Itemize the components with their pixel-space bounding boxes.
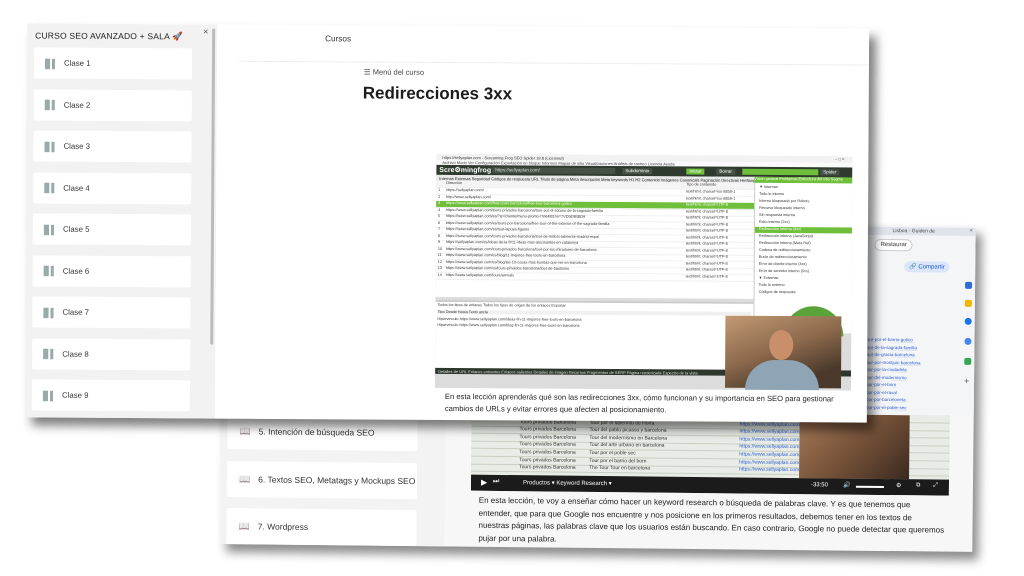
sheet-link[interactable]: tour-del-modernismo [865, 374, 957, 380]
sheet-link[interactable]: tour-por-barceloneta [865, 397, 957, 403]
sheet-link-column: tour-por-el-barrio-gotico tour-de-la-sagr… [865, 225, 976, 410]
back-lesson-description: En esta lección, te voy a enseñar cómo h… [478, 495, 945, 544]
window-controls-icon: – □ × [835, 156, 845, 162]
crawl-url-field[interactable]: https://sellyaplan.com/ [492, 167, 616, 175]
front-course-window: CURSO SEO AVANZADO + SALA 🚀 × ▐▌▌ Clase 1… [24, 23, 870, 423]
overview-row[interactable]: Redirección interna (3xx) [754, 226, 853, 234]
spider-button[interactable]: Spider [820, 169, 840, 176]
overview-row[interactable]: ▼ Internas [755, 185, 852, 192]
back-video-player[interactable]: Tours privados BarcelonaTour por la cate… [470, 410, 950, 496]
start-button[interactable]: Iniciar [686, 168, 705, 175]
overview-row[interactable]: Error de cliente interno (4xx) [755, 262, 853, 269]
class-item[interactable]: ▐▌▌ Clase 8 [32, 337, 191, 370]
book-icon: ▐▌▌ [39, 390, 56, 401]
restore-button[interactable]: Restaurar [874, 238, 913, 252]
class-item[interactable]: ▐▌▌ Clase 9 [31, 379, 191, 412]
gear-icon[interactable]: ⚙ [896, 482, 901, 489]
table-row[interactable]: 14 https://www.sellyaplan.com/tours/arriv… [435, 272, 754, 282]
sheet-link[interactable]: tour-por-montjuic-barcelona [865, 359, 957, 365]
add-icon[interactable]: + [964, 376, 969, 386]
class-item[interactable]: ▐▌▌ Clase 1 [33, 47, 193, 80]
lesson-item-7[interactable]: 📖 7. Wordpress [226, 508, 417, 547]
sidebar-scrollbar[interactable] [210, 28, 216, 345]
sheet-link[interactable]: tour-por-el-born [865, 382, 957, 388]
outlook-icon[interactable] [965, 281, 973, 289]
overview-row[interactable]: Códigos de respuesta [755, 290, 853, 297]
class-item[interactable]: ▐▌▌ Clase 5 [32, 213, 192, 246]
overview-row[interactable]: Todo lo interno [755, 192, 852, 199]
inlinks-panel: Todos los tipos de enlaces Todos los tip… [435, 299, 754, 374]
overview-row[interactable]: Redirección interna (JavaScript) [755, 234, 853, 241]
top-bar: Cursos [238, 24, 870, 66]
class-item[interactable]: ▐▌▌ Clase 7 [32, 296, 191, 329]
overview-row[interactable]: Bucle de redireccionamiento [755, 255, 853, 262]
video-time: -33:50 [810, 482, 829, 489]
pip-icon[interactable]: ⧉ [916, 482, 920, 489]
overview-row[interactable]: Redirección interna (Meta Ref) [755, 241, 853, 248]
volume-slider[interactable] [855, 485, 884, 488]
chapter-menu[interactable]: Productos ▾ Keyword Research ▾ [523, 479, 612, 487]
volume-icon[interactable]: 🔊 [843, 482, 851, 489]
clear-button[interactable]: Borrar [716, 168, 735, 175]
book-icon: ▐▌▌ [41, 141, 57, 152]
lesson-title: Redirecciones 3xx [362, 83, 513, 104]
maps-icon[interactable] [964, 357, 972, 365]
overview-row[interactable]: Cadena de redireccionamiento [755, 248, 853, 255]
browser-chrome-panel: Lisboa - Guiden de × Restaurar 🔗 Comparti… [861, 224, 976, 416]
class-item[interactable]: ▐▌▌ Clase 6 [32, 254, 191, 287]
skip-icon[interactable]: ⏭ [493, 478, 499, 486]
overview-row[interactable]: Sin respuesta interna [755, 213, 852, 220]
lesson-item-6[interactable]: 📖 6. Textos SEO, Metatags y Mockups SEO [226, 461, 418, 500]
sheet-link[interactable]: tour-por-el-poble-sec [865, 404, 957, 410]
overview-row[interactable]: Error de servidor interno (5xx) [755, 269, 853, 276]
book-icon: 📖 [239, 425, 251, 436]
presenter-video [724, 315, 842, 391]
overview-row[interactable]: Interno bloqueado por Robots [755, 199, 852, 206]
progress-bar [742, 168, 819, 176]
subdomain-select[interactable]: Subdominio [622, 168, 653, 175]
course-sidebar: CURSO SEO AVANZADO + SALA 🚀 × ▐▌▌ Clase 1… [24, 23, 218, 419]
keep-icon[interactable] [964, 299, 972, 307]
courses-link[interactable]: Cursos [325, 34, 351, 43]
fullscreen-icon[interactable]: ⤢ [933, 483, 938, 490]
play-icon[interactable]: ▶ [481, 478, 487, 487]
book-icon: 📖 [238, 520, 250, 531]
book-icon: ▐▌▌ [41, 58, 58, 69]
book-icon: 📖 [238, 473, 251, 484]
overview-row[interactable]: Éxito interno (2xx) [755, 220, 852, 227]
course-title: CURSO SEO AVANZADO + SALA 🚀 [35, 30, 183, 42]
book-icon: ▐▌▌ [40, 307, 56, 318]
screaming-frog-logo: Scre⚙mingfrog [439, 166, 492, 175]
book-icon: ▐▌▌ [41, 99, 57, 110]
book-icon: ▐▌▌ [41, 182, 57, 193]
url-table: Dirección Tipo de contenido 1 https://sell… [435, 180, 755, 299]
browser-tab[interactable]: Lisboa - Guiden de × [864, 226, 976, 236]
presenter-video [799, 414, 910, 480]
sheet-link[interactable]: tour-por-la-ciudadela [865, 367, 957, 373]
close-icon[interactable]: × [203, 27, 208, 37]
tasks-icon[interactable] [964, 317, 972, 325]
sheet-link[interactable]: tour-por-el-barrio-gotico [865, 337, 957, 343]
sheet-link[interactable]: tour-de-gracia-barcelona [865, 352, 957, 358]
overview-row[interactable]: ▼ Externas [755, 276, 853, 283]
overview-row[interactable]: Todo lo externo [755, 283, 853, 290]
course-menu-link[interactable]: ☰ Menú del curso [364, 67, 424, 76]
book-icon: ▐▌▌ [40, 224, 57, 235]
class-item[interactable]: ▐▌▌ Clase 3 [33, 130, 192, 163]
lesson-description: En esta lección aprenderás qué son las r… [444, 391, 834, 414]
class-item[interactable]: ▐▌▌ Clase 4 [33, 171, 192, 204]
class-list: ▐▌▌ Clase 1 ▐▌▌ Clase 2 ▐▌▌ Clase 3 ▐▌▌ Clase 4… [27, 23, 217, 412]
book-icon: ▐▌▌ [40, 348, 56, 359]
class-item[interactable]: ▐▌▌ Clase 2 [33, 88, 192, 121]
book-icon: ▐▌▌ [40, 265, 56, 276]
share-icon: 🔗 [909, 264, 919, 271]
contacts-icon[interactable] [964, 337, 972, 345]
share-button[interactable]: 🔗 Compartir [904, 261, 950, 273]
close-icon[interactable]: × [970, 228, 973, 234]
sheet-link[interactable]: tour-de-la-sagrada-familia [865, 344, 957, 350]
lesson-video-player[interactable]: https://sellyaplan.com - Screaming Frog … [434, 153, 853, 391]
sheet-link[interactable]: tour-por-el-raval [865, 389, 957, 395]
overview-row[interactable]: Recurso bloqueado interno [755, 206, 852, 213]
